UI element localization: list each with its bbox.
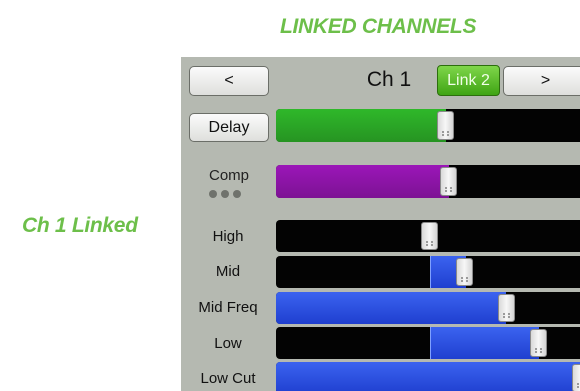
- comp-slider-fill: [276, 165, 449, 198]
- low-cut-slider-fill: [276, 362, 580, 391]
- channel-title: Ch 1: [366, 68, 412, 91]
- delay-button[interactable]: Delay: [189, 113, 269, 142]
- low-slider[interactable]: [276, 327, 580, 359]
- channel-strip-panel: < Ch 1 Link 2 > Delay Comp High Mid Mid …: [181, 57, 580, 391]
- low-label: Low: [214, 335, 242, 352]
- low-slider-fill: [429, 327, 540, 359]
- mid-freq-slider-fill: [276, 292, 507, 324]
- low-slider-handle[interactable]: [529, 329, 547, 357]
- link-button[interactable]: Link 2: [437, 65, 500, 96]
- comp-slider[interactable]: [276, 165, 580, 198]
- low-cut-slider[interactable]: [276, 362, 580, 391]
- mid-freq-slider-handle[interactable]: [497, 294, 515, 322]
- linked-channels-heading: LINKED CHANNELS: [280, 15, 477, 38]
- high-slider-handle[interactable]: [421, 222, 439, 250]
- low-cut-label: Low Cut: [200, 370, 256, 387]
- mid-slider-handle[interactable]: [456, 258, 474, 286]
- comp-label[interactable]: Comp: [181, 167, 277, 184]
- mid-freq-slider[interactable]: [276, 292, 580, 324]
- delay-slider-fill: [276, 109, 446, 142]
- low-cut-slider-handle[interactable]: [571, 364, 580, 391]
- channel-linked-label: Ch 1 Linked: [22, 214, 138, 237]
- high-label: High: [212, 228, 244, 245]
- next-channel-button[interactable]: >: [503, 66, 580, 96]
- mid-freq-label: Mid Freq: [198, 299, 258, 316]
- mid-slider[interactable]: [276, 256, 580, 288]
- high-slider[interactable]: [276, 220, 580, 252]
- delay-slider[interactable]: [276, 109, 580, 142]
- previous-channel-button[interactable]: <: [189, 66, 269, 96]
- comp-slider-handle[interactable]: [440, 167, 458, 196]
- delay-slider-handle[interactable]: [437, 111, 455, 140]
- comp-more-icon[interactable]: [209, 190, 241, 198]
- mid-label: Mid: [215, 263, 241, 280]
